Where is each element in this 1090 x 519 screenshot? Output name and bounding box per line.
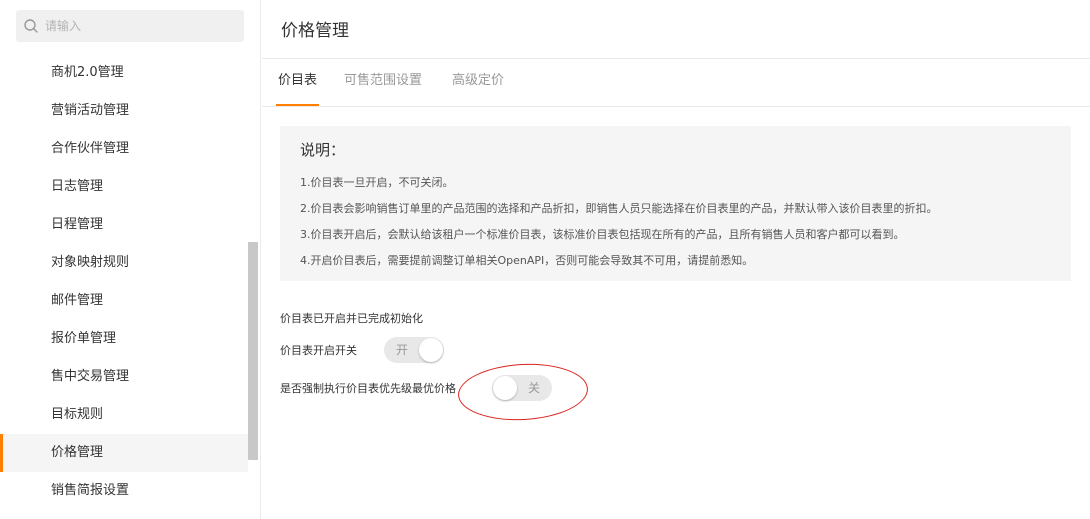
sidebar-item-sales-report[interactable]: 销售简报设置 — [0, 472, 248, 510]
search-icon — [24, 19, 38, 33]
toggle-knob — [419, 338, 443, 362]
sidebar-item-price-management[interactable]: 价格管理 — [0, 434, 248, 472]
sidebar-menu: 商机2.0管理 营销活动管理 合作伙伴管理 日志管理 日程管理 对象映射规则 邮… — [0, 54, 248, 510]
sidebar: 商机2.0管理 营销活动管理 合作伙伴管理 日志管理 日程管理 对象映射规则 邮… — [0, 0, 261, 519]
page-title: 价格管理 — [281, 21, 349, 41]
tab-advanced-pricing[interactable]: 高级定价 — [450, 59, 506, 106]
note-title: 说明： — [300, 141, 346, 159]
main-content: 价格管理 价目表 可售范围设置 高级定价 说明： 1.价目表一旦开启，不可关闭。… — [262, 0, 1090, 519]
sidebar-item-partner[interactable]: 合作伙伴管理 — [0, 130, 248, 168]
sidebar-item-marketing[interactable]: 营销活动管理 — [0, 92, 248, 130]
info-note: 说明： 1.价目表一旦开启，不可关闭。 2.价目表会影响销售订单里的产品范围的选… — [280, 126, 1071, 281]
sidebar-item-target-rules[interactable]: 目标规则 — [0, 396, 248, 434]
price-list-toggle[interactable]: 开 — [384, 337, 444, 363]
tab-sellable-range[interactable]: 可售范围设置 — [342, 59, 424, 106]
tab-bar: 价目表 可售范围设置 高级定价 — [262, 59, 1090, 107]
sidebar-item-log[interactable]: 日志管理 — [0, 168, 248, 206]
force-priority-label: 是否强制执行价目表优先级最优价格 — [280, 382, 456, 395]
note-line-3: 3.价目表开启后，会默认给该租户一个标准价目表，该标准价目表包括现在所有的产品，… — [300, 228, 905, 241]
sidebar-item-email[interactable]: 邮件管理 — [0, 282, 248, 320]
toggle-state-text: 关 — [527, 381, 540, 395]
price-list-switch-label: 价目表开启开关 — [280, 344, 357, 357]
sidebar-item-object-mapping[interactable]: 对象映射规则 — [0, 244, 248, 282]
status-text: 价目表已开启并已完成初始化 — [280, 312, 423, 325]
search-input[interactable] — [45, 19, 225, 33]
force-priority-toggle[interactable]: 关 — [492, 375, 552, 401]
sidebar-item-quote[interactable]: 报价单管理 — [0, 320, 248, 358]
note-line-2: 2.价目表会影响销售订单里的产品范围的选择和产品折扣，即销售人员只能选择在价目表… — [300, 202, 938, 215]
tab-price-list[interactable]: 价目表 — [276, 59, 320, 106]
sidebar-item-transaction[interactable]: 售中交易管理 — [0, 358, 248, 396]
search-box[interactable] — [16, 10, 244, 42]
sidebar-scrollbar[interactable] — [248, 242, 258, 460]
sidebar-item-opportunity[interactable]: 商机2.0管理 — [0, 54, 248, 92]
sidebar-item-schedule[interactable]: 日程管理 — [0, 206, 248, 244]
toggle-knob — [493, 376, 517, 400]
note-line-4: 4.开启价目表后，需要提前调整订单相关OpenAPI，否则可能会导致其不可用，请… — [300, 254, 754, 267]
toggle-state-text: 开 — [396, 343, 409, 357]
note-line-1: 1.价目表一旦开启，不可关闭。 — [300, 176, 454, 189]
